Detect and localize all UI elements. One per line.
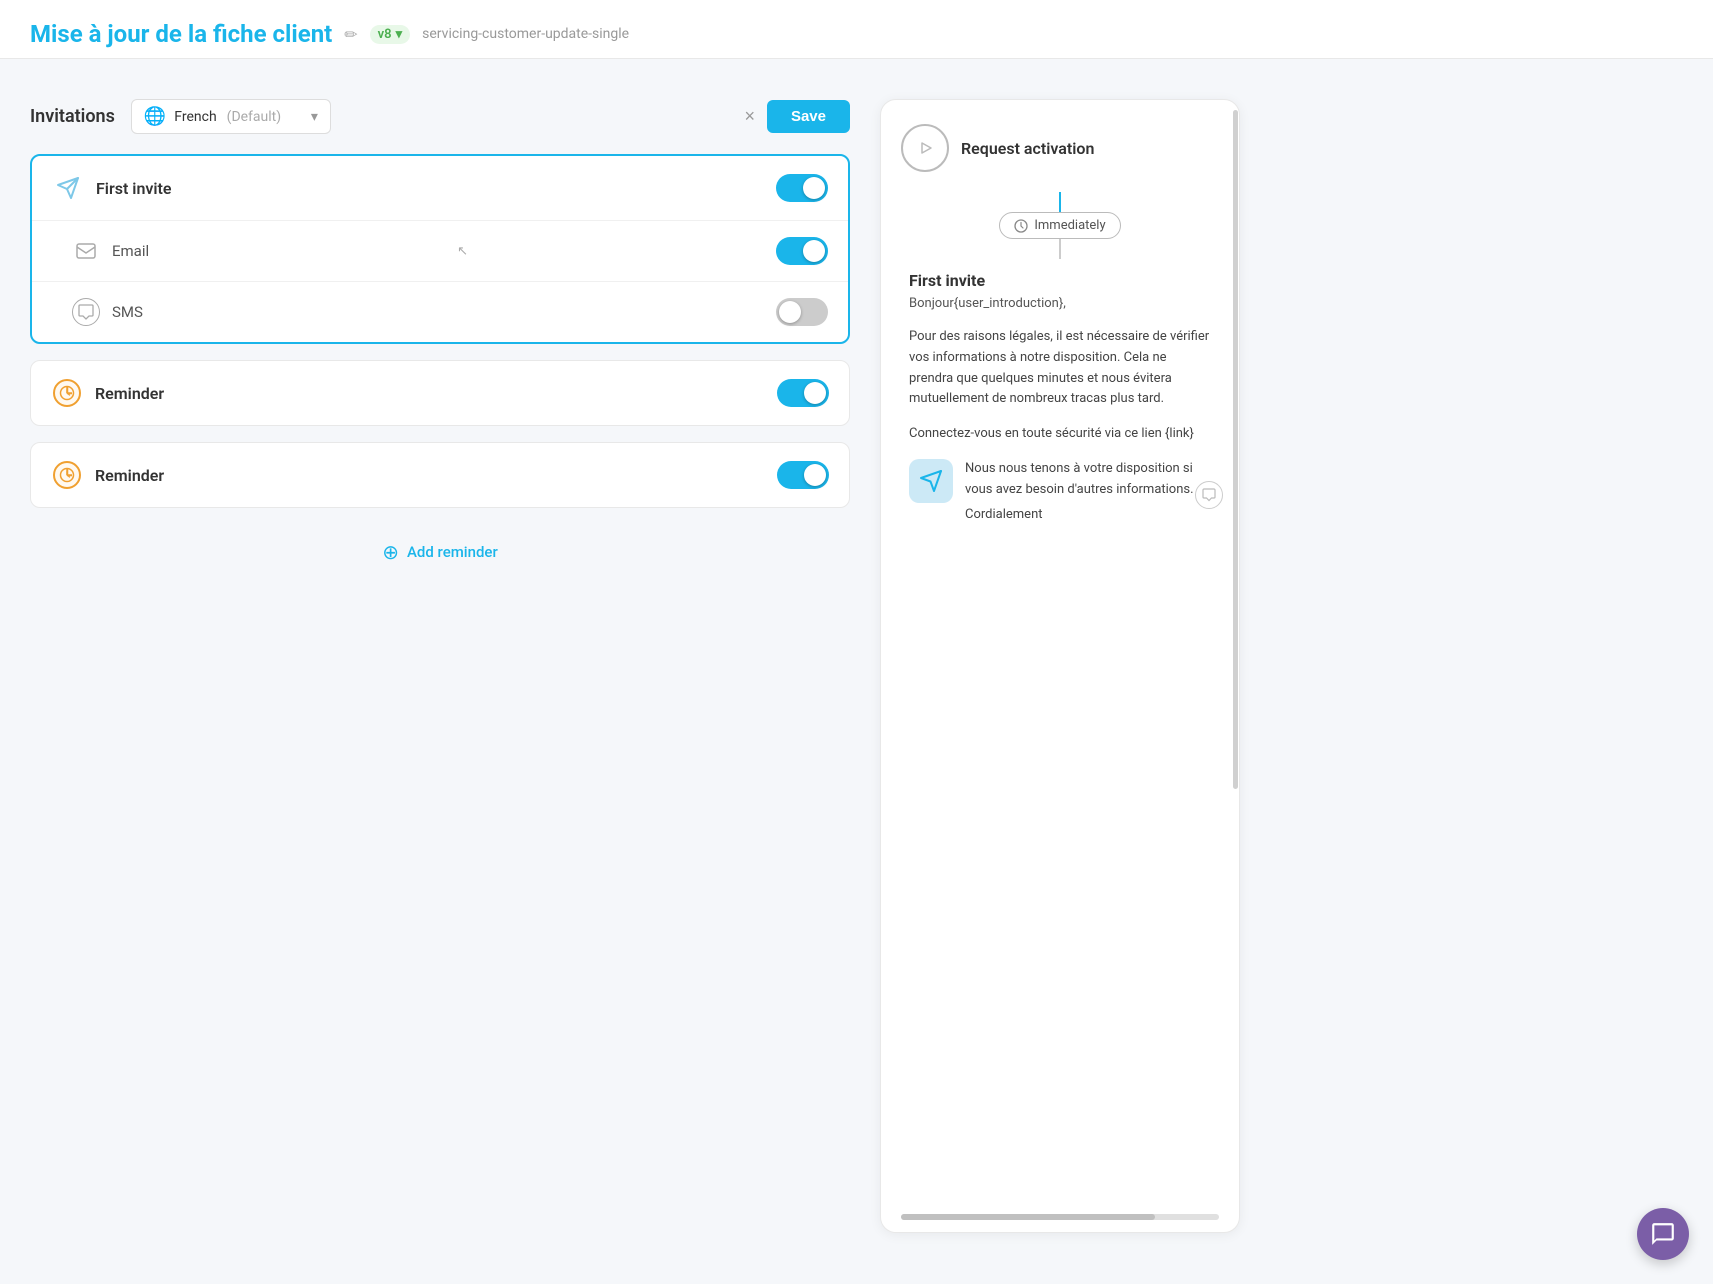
preview-email-block: Nous nous tenons à votre disposition si …	[909, 459, 1211, 539]
preview-email-text-col: Nous nous tenons à votre disposition si …	[965, 459, 1211, 539]
first-invite-toggle[interactable]	[776, 174, 828, 202]
reminder-clock-icon-1	[51, 377, 83, 409]
paper-plane-icon	[52, 172, 84, 204]
first-invite-section: First invite Email ↖	[30, 154, 850, 344]
lang-name: French	[174, 109, 216, 125]
header-actions: × Save	[744, 100, 850, 133]
page-header: Mise à jour de la fiche client ✏ v8 ▾ se…	[0, 0, 1713, 59]
reminder-clock-icon-2	[51, 459, 83, 491]
request-activation-row: Request activation	[901, 124, 1219, 172]
left-panel: Invitations 🌐 French (Default) ▾ × Save	[30, 99, 850, 1233]
preview-plane-icon-box	[909, 459, 953, 503]
add-reminder-button[interactable]: ⊕ Add reminder	[30, 524, 850, 580]
close-button[interactable]: ×	[744, 106, 755, 127]
invitations-label: Invitations	[30, 106, 115, 127]
sms-label: SMS	[112, 303, 143, 321]
preview-first-invite-title: First invite	[909, 271, 1211, 290]
page-title: Mise à jour de la fiche client	[30, 20, 332, 48]
reminder-row-1: Reminder	[31, 361, 849, 425]
breadcrumb-slug: servicing-customer-update-single	[422, 26, 629, 42]
timeline-line-bottom	[1059, 239, 1061, 259]
reminder-label-1: Reminder	[95, 384, 777, 403]
cursor-indicator: ↖	[149, 244, 776, 259]
reminder-section-2: Reminder	[30, 442, 850, 508]
reminder-toggle-1[interactable]	[777, 379, 829, 407]
first-invite-label: First invite	[96, 179, 776, 198]
save-button[interactable]: Save	[767, 100, 850, 133]
timeline-connector: Immediately	[901, 192, 1219, 259]
first-invite-preview: First invite Bonjour{user_introduction},…	[901, 271, 1219, 539]
preview-content: Request activation Immediately First inv…	[881, 100, 1239, 1206]
chat-bubble-button[interactable]	[1637, 1208, 1689, 1260]
scrollbar-thumb	[1233, 110, 1238, 789]
scrollbar-track[interactable]	[1231, 100, 1239, 1232]
sms-icon	[72, 298, 100, 326]
lang-default: (Default)	[227, 109, 281, 125]
play-icon	[901, 124, 949, 172]
email-label: Email	[112, 242, 149, 260]
reminder-row-2: Reminder	[31, 443, 849, 507]
immediately-label: Immediately	[1034, 218, 1105, 233]
edit-icon[interactable]: ✏	[344, 25, 357, 44]
email-row: Email ↖	[32, 221, 848, 282]
sms-row: SMS	[32, 282, 848, 342]
immediately-badge[interactable]: Immediately	[999, 212, 1120, 239]
main-content: Invitations 🌐 French (Default) ▾ × Save	[0, 59, 1713, 1273]
reminder-section-1: Reminder	[30, 360, 850, 426]
reminder-label-2: Reminder	[95, 466, 777, 485]
sms-toggle[interactable]	[776, 298, 828, 326]
email-toggle[interactable]	[776, 237, 828, 265]
lang-icon: 🌐	[144, 106, 166, 127]
preview-body-para-1: Pour des raisons légales, il est nécessa…	[909, 327, 1211, 410]
add-reminder-label: Add reminder	[407, 543, 498, 561]
reminder-toggle-2[interactable]	[777, 461, 829, 489]
invitations-header: Invitations 🌐 French (Default) ▾ × Save	[30, 99, 850, 134]
language-selector[interactable]: 🌐 French (Default) ▾	[131, 99, 331, 134]
scrollbar-thumb-h	[901, 1214, 1155, 1220]
preview-body-para-4: Cordialement	[965, 505, 1211, 526]
add-circle-icon: ⊕	[382, 540, 399, 564]
version-badge[interactable]: v8 ▾	[370, 25, 410, 44]
request-activation-label: Request activation	[961, 139, 1094, 158]
preview-body-para-3: Nous nous tenons à votre disposition si …	[965, 459, 1211, 501]
right-panel-preview: Request activation Immediately First inv…	[880, 99, 1240, 1233]
timeline-line-top	[1059, 192, 1061, 212]
horizontal-scrollbar[interactable]	[901, 1214, 1219, 1220]
preview-first-invite-subtitle: Bonjour{user_introduction},	[909, 296, 1211, 311]
first-invite-row: First invite	[32, 156, 848, 221]
chevron-down-icon: ▾	[311, 109, 318, 125]
sms-preview-icon	[1195, 481, 1223, 509]
preview-body-para-2: Connectez-vous en toute sécurité via ce …	[909, 424, 1211, 445]
email-icon	[72, 237, 100, 265]
